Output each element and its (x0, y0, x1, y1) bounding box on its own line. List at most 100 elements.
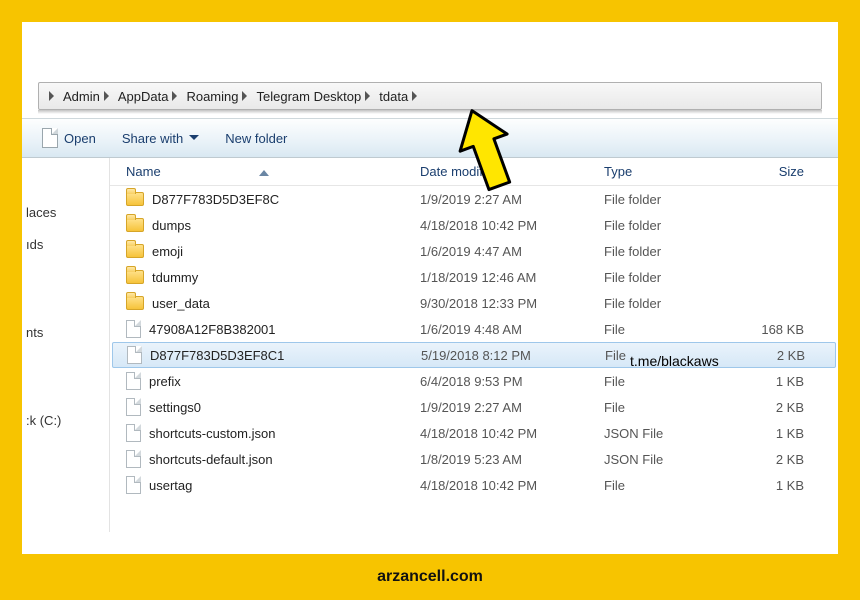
address-bar[interactable]: Admin AppData Roaming Telegram Desktop tdata (22, 82, 838, 112)
breadcrumb-segment[interactable]: tdata (377, 89, 424, 104)
nav-pane[interactable]: laces ıds nts :k (C:) (22, 158, 110, 532)
file-date: 4/18/2018 10:42 PM (420, 426, 604, 441)
file-size: 2 KB (735, 348, 835, 363)
file-name: shortcuts-default.json (149, 452, 273, 467)
column-date[interactable]: Date modified (420, 164, 604, 179)
table-row[interactable]: D877F783D5D3EF8C 1/9/2019 2:27 AMFile fol… (110, 186, 838, 212)
file-name: usertag (149, 478, 192, 493)
table-row[interactable]: usertag4/18/2018 10:42 PMFile1 KB (110, 472, 838, 498)
share-with-label: Share with (122, 131, 183, 146)
nav-item[interactable]: laces (22, 198, 109, 226)
file-date: 1/9/2019 2:27 AM (420, 400, 604, 415)
table-row[interactable]: prefix 6/4/2018 9:53 PMFile1 KB (110, 368, 838, 394)
column-headers[interactable]: Name Date modified Type Size (110, 158, 838, 186)
nav-item[interactable]: nts (22, 318, 109, 346)
file-type: File folder (604, 270, 734, 285)
file-icon (127, 346, 142, 364)
chevron-down-icon (189, 135, 199, 141)
table-row[interactable]: shortcuts-default.json1/8/2019 5:23 AMJS… (110, 446, 838, 472)
table-row[interactable]: shortcuts-custom.json4/18/2018 10:42 PMJ… (110, 420, 838, 446)
breadcrumb-label: Admin (63, 89, 100, 104)
table-row[interactable]: user_data 9/30/2018 12:33 PMFile folder (110, 290, 838, 316)
toolbar: Open Share with New folder (22, 118, 838, 158)
table-row[interactable]: tdummy 1/18/2019 12:46 AMFile folder (110, 264, 838, 290)
file-date: 5/19/2018 8:12 PM (421, 348, 605, 363)
folder-icon (126, 296, 144, 310)
breadcrumb-segment[interactable]: AppData (116, 89, 185, 104)
file-type: File (604, 400, 734, 415)
breadcrumb-label: tdata (379, 89, 408, 104)
file-type: File folder (604, 296, 734, 311)
column-name[interactable]: Name (126, 164, 420, 179)
breadcrumb-label: Telegram Desktop (256, 89, 361, 104)
file-name: emoji (152, 244, 183, 259)
nav-item[interactable]: :k (C:) (22, 406, 109, 434)
file-size: 1 KB (734, 426, 834, 441)
file-name: prefix (149, 374, 181, 389)
table-row[interactable]: emoji 1/6/2019 4:47 AMFile folder (110, 238, 838, 264)
chevron-right-icon (242, 91, 248, 101)
file-date: 6/4/2018 9:53 PM (420, 374, 604, 389)
breadcrumb-segment[interactable]: Telegram Desktop (254, 89, 377, 104)
file-size: 1 KB (734, 374, 834, 389)
breadcrumb-segment[interactable]: Admin (61, 89, 116, 104)
file-type: File (604, 374, 734, 389)
table-row[interactable]: 47908A12F8B382001 1/6/2019 4:48 AMFile168… (110, 316, 838, 342)
open-label: Open (64, 131, 96, 146)
chevron-right-icon (172, 91, 178, 101)
file-size: 168 KB (734, 322, 834, 337)
file-icon (126, 476, 141, 494)
column-date-label: Date modified (420, 164, 500, 179)
file-name: dumps (152, 218, 191, 233)
overlay-text: t.me/blackaws (630, 353, 719, 369)
file-date: 1/6/2019 4:48 AM (420, 322, 604, 337)
nav-item[interactable]: ıds (22, 230, 109, 258)
breadcrumb-label: AppData (118, 89, 169, 104)
open-button[interactable]: Open (42, 128, 96, 148)
folder-icon (126, 244, 144, 258)
file-name: tdummy (152, 270, 198, 285)
file-date: 1/6/2019 4:47 AM (420, 244, 604, 259)
file-name: 47908A12F8B382001 (149, 322, 276, 337)
file-type: File (604, 322, 734, 337)
file-type: File folder (604, 192, 734, 207)
breadcrumb-segment[interactable]: Roaming (184, 89, 254, 104)
folder-icon (126, 270, 144, 284)
column-size[interactable]: Size (734, 164, 834, 179)
file-icon (126, 372, 141, 390)
column-type-label: Type (604, 164, 632, 179)
watermark-footer: arzancell.com (0, 554, 860, 600)
chevron-right-icon (104, 91, 110, 101)
new-folder-label: New folder (225, 131, 287, 146)
column-type[interactable]: Type (604, 164, 734, 179)
share-with-button[interactable]: Share with (122, 131, 199, 146)
file-type: File (604, 478, 734, 493)
file-icon (42, 128, 58, 148)
file-name: D877F783D5D3EF8C (152, 192, 279, 207)
file-icon (126, 320, 141, 338)
new-folder-button[interactable]: New folder (225, 131, 287, 146)
chevron-right-icon (412, 91, 418, 101)
file-date: 9/30/2018 12:33 PM (420, 296, 604, 311)
chevron-right-icon (365, 91, 371, 101)
file-name: D877F783D5D3EF8C1 (150, 348, 284, 363)
explorer-body: laces ıds nts :k (C:) Name Date modified Ty… (22, 158, 838, 532)
breadcrumb-label: Roaming (186, 89, 238, 104)
chevron-right-icon (49, 91, 55, 101)
file-size: 2 KB (734, 452, 834, 467)
table-row[interactable]: D877F783D5D3EF8C15/19/2018 8:12 PMFile2 … (112, 342, 836, 368)
table-row[interactable]: dumps4/18/2018 10:42 PMFile folder (110, 212, 838, 238)
folder-icon (126, 218, 144, 232)
file-icon (126, 398, 141, 416)
column-size-label: Size (779, 164, 804, 179)
file-name: user_data (152, 296, 210, 311)
file-icon (126, 424, 141, 442)
file-size: 1 KB (734, 478, 834, 493)
file-date: 1/9/2019 2:27 AM (420, 192, 604, 207)
file-date: 1/18/2019 12:46 AM (420, 270, 604, 285)
sort-asc-icon (259, 164, 269, 179)
file-type: File folder (604, 244, 734, 259)
table-row[interactable]: settings01/9/2019 2:27 AMFile2 KB (110, 394, 838, 420)
file-name: shortcuts-custom.json (149, 426, 275, 441)
file-date: 4/18/2018 10:42 PM (420, 218, 604, 233)
